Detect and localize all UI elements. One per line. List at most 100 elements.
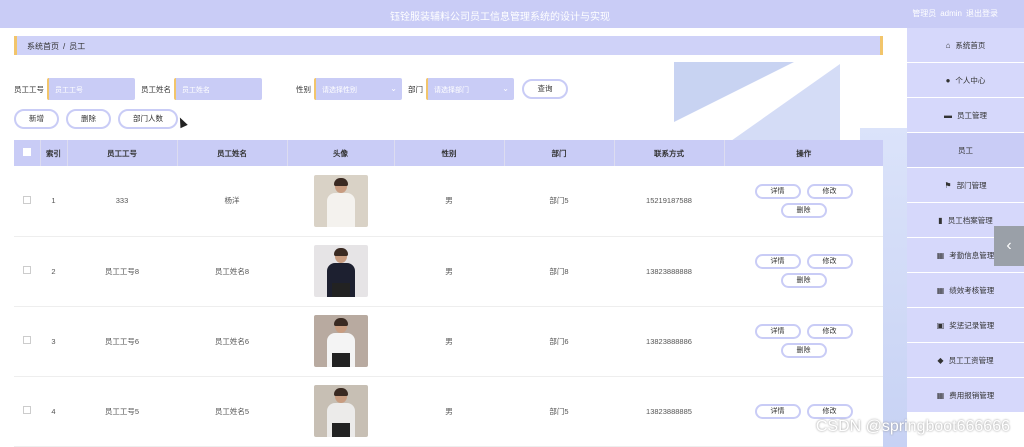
detail-button[interactable]: 详情: [754, 403, 801, 419]
chevron-left-icon[interactable]: ‹: [994, 226, 1024, 266]
cell-index: 3: [40, 306, 67, 377]
sidebar-item-performance-mgmt[interactable]: ▦ 绩效考核管理: [907, 273, 1024, 308]
sidebar-item-home[interactable]: ⌂ 系统首页: [907, 28, 1024, 63]
grid-icon: ▦: [936, 390, 945, 400]
col-index: 索引: [40, 140, 68, 166]
table-header: 索引 员工工号 员工姓名 头像 性别 部门 联系方式 操作: [14, 140, 883, 166]
cell-emp-no: 333: [67, 166, 177, 237]
cell-name: 员工姓名6: [177, 306, 287, 377]
cell-dept: 部门8: [504, 236, 614, 307]
row-checkbox[interactable]: [23, 406, 31, 414]
sidebar-item-profile[interactable]: ● 个人中心: [907, 63, 1024, 98]
sidebar-item-employee-mgmt[interactable]: ▬ 员工管理: [907, 98, 1024, 133]
table-row: 3 员工工号6 员工姓名6 男 部门6 13823888886 详情 修改 删除: [14, 306, 883, 377]
cell-phone: 13823888885: [614, 376, 724, 447]
employee-name-input[interactable]: 员工姓名: [174, 78, 262, 100]
logout-link[interactable]: 退出登录: [966, 9, 998, 18]
cell-dept: 部门5: [504, 166, 614, 237]
edit-button[interactable]: 修改: [806, 254, 853, 269]
sidebar-item-reward-mgmt[interactable]: ▣ 奖惩记录管理: [907, 308, 1024, 343]
breadcrumb-home[interactable]: 系统首页: [27, 42, 59, 51]
gender-select[interactable]: 请选择性别 ⌄: [314, 78, 402, 100]
chevron-down-icon: ⌄: [390, 84, 397, 93]
avatar: [313, 245, 368, 297]
cell-phone: 13823888888: [614, 236, 724, 307]
cell-emp-no: 员工工号8: [67, 236, 177, 307]
flag-icon: ⚑: [944, 180, 952, 190]
col-gender: 性别: [394, 140, 505, 166]
main-content: 系统首页 / 员工 员工工号 员工工号 员工姓名 员工姓名 性别 请选择性别 ⌄ 部门…: [0, 28, 907, 447]
gender-label: 性别: [296, 84, 311, 94]
cell-name: 员工姓名5: [177, 376, 287, 447]
user-info: 管理员 admin 退出登录: [908, 8, 998, 19]
dept-label: 部门: [408, 84, 423, 94]
cell-gender: 男: [394, 236, 504, 307]
breadcrumb-current: 员工: [69, 42, 86, 51]
app-title: 钰铨服装辅料公司员工信息管理系统的设计与实现: [390, 12, 610, 23]
cell-gender: 男: [394, 306, 504, 377]
edit-button[interactable]: 修改: [806, 403, 853, 419]
dept-select[interactable]: 请选择部门 ⌄: [426, 78, 514, 100]
sidebar-item-employee[interactable]: 员工: [907, 133, 1024, 168]
detail-button[interactable]: 详情: [754, 254, 801, 269]
cell-dept: 部门5: [504, 376, 614, 447]
cell-index: 2: [40, 236, 67, 307]
avatar: [313, 315, 368, 367]
sidebar-item-salary-mgmt[interactable]: ◆ 员工工资管理: [907, 343, 1024, 378]
row-checkbox[interactable]: [23, 195, 31, 204]
cell-emp-no: 员工工号5: [67, 376, 177, 447]
role-label: 管理员: [912, 9, 937, 18]
list-icon: ▬: [944, 110, 952, 120]
employee-name-label: 员工姓名: [141, 84, 171, 94]
edit-button[interactable]: 修改: [806, 324, 853, 339]
cell-ops: 详情 修改 删除: [724, 166, 883, 237]
row-checkbox[interactable]: [23, 336, 31, 344]
home-icon: ⌂: [945, 40, 951, 50]
dept-count-button[interactable]: 部门人数: [118, 109, 178, 129]
employee-no-input[interactable]: 员工工号: [47, 78, 135, 100]
clipboard-icon: ▣: [936, 320, 945, 330]
chevron-down-icon: ⌄: [502, 84, 509, 93]
pin-icon: ◆: [937, 355, 944, 365]
avatar: [313, 174, 368, 227]
edit-button[interactable]: 修改: [806, 183, 853, 199]
table-row: 4 员工工号5 员工姓名5 男 部门5 13823888885 详情 修改: [14, 376, 883, 447]
cell-ops: 详情 修改 删除: [724, 236, 883, 307]
breadcrumb: 系统首页 / 员工: [14, 36, 883, 55]
cell-name: 杨洋: [177, 166, 287, 237]
row-delete-button[interactable]: 删除: [780, 273, 827, 288]
bar-chart-icon: ▮: [938, 215, 943, 225]
avatar: [313, 385, 368, 437]
query-button[interactable]: 查询: [522, 79, 568, 99]
cell-name: 员工姓名8: [177, 236, 287, 307]
table-row: 2 员工工号8 员工姓名8 男 部门8 13823888888 详情 修改 删除: [14, 236, 883, 307]
row-checkbox[interactable]: [23, 266, 31, 274]
table-row: 1 333 杨洋 男 部门5 15219187588 详情 修改 删除: [14, 166, 883, 237]
user-icon: ●: [945, 75, 951, 85]
add-button[interactable]: 新增: [14, 109, 59, 129]
row-delete-button[interactable]: 删除: [780, 343, 827, 358]
sidebar-item-dept-mgmt[interactable]: ⚑ 部门管理: [907, 168, 1024, 203]
col-ops: 操作: [796, 148, 812, 158]
cell-gender: 男: [394, 376, 504, 447]
username: admin: [940, 9, 962, 18]
col-name: 员工姓名: [177, 140, 288, 166]
cell-index: 1: [40, 166, 67, 237]
col-avatar: 头像: [287, 140, 395, 166]
col-dept: 部门: [504, 140, 615, 166]
select-all-checkbox[interactable]: [22, 148, 31, 156]
employee-no-label: 员工工号: [14, 84, 44, 94]
row-delete-button[interactable]: 删除: [780, 202, 827, 218]
sidebar-item-expense-mgmt[interactable]: ▦ 费用报销管理: [907, 378, 1024, 413]
detail-button[interactable]: 详情: [754, 324, 801, 339]
top-bar: 钰铨服装辅料公司员工信息管理系统的设计与实现 管理员 admin 退出登录: [0, 0, 1024, 28]
grid-icon: ▦: [936, 250, 945, 260]
detail-button[interactable]: 详情: [754, 183, 801, 199]
delete-button[interactable]: 删除: [66, 109, 111, 129]
col-emp-no: 员工工号: [67, 140, 178, 166]
cell-phone: 15219187588: [614, 166, 724, 237]
search-bar: 员工工号 员工工号 员工姓名 员工姓名 性别 请选择性别 ⌄ 部门 请选择部门 ⌄ …: [14, 78, 568, 100]
col-phone: 联系方式: [614, 140, 725, 166]
employee-table: 索引 员工工号 员工姓名 头像 性别 部门 联系方式 操作 1 333 杨洋 男…: [14, 140, 883, 447]
select-all-cell: [14, 140, 41, 166]
